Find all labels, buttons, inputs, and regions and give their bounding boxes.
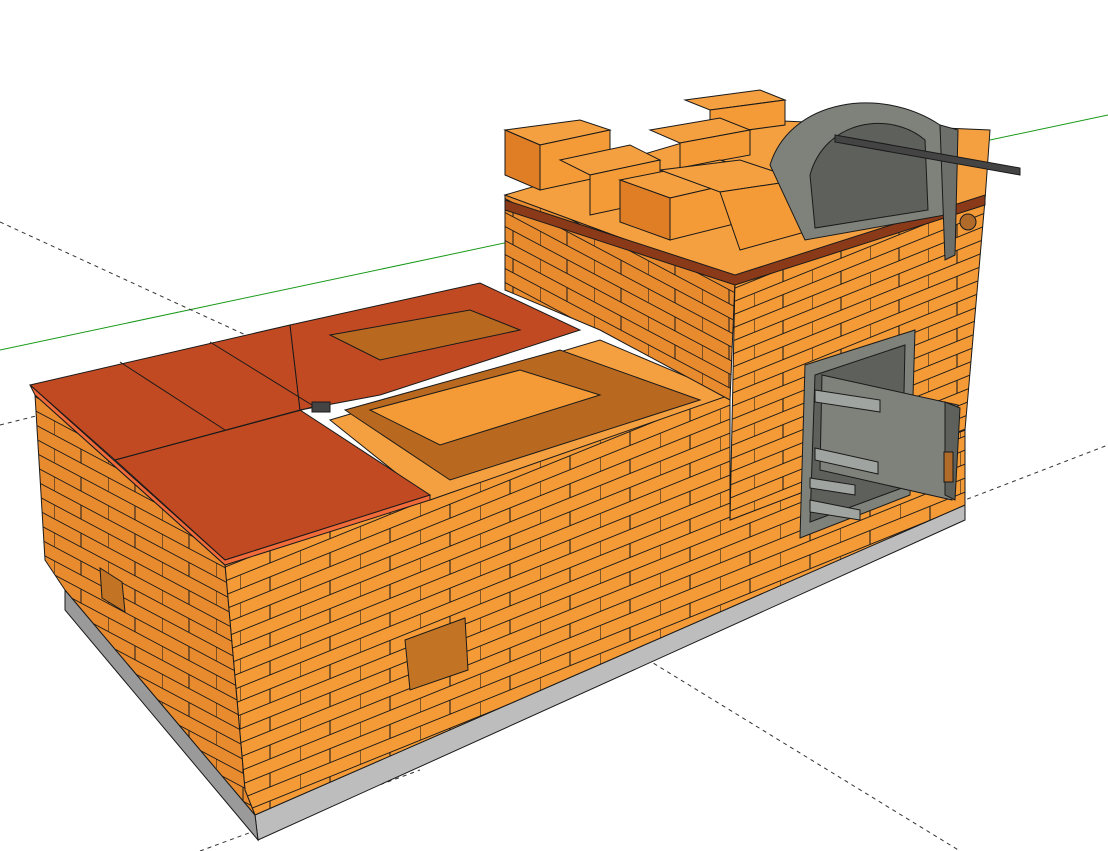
dashed-guide-bottom-right (639, 654, 961, 851)
furnace-door-handle-icon[interactable] (943, 451, 954, 483)
hob-latch-icon (311, 401, 331, 413)
oven-door-knob-icon[interactable] (959, 213, 977, 231)
modeling-viewport[interactable] (0, 0, 1108, 851)
stove-3d-model-scene[interactable] (0, 0, 1108, 851)
